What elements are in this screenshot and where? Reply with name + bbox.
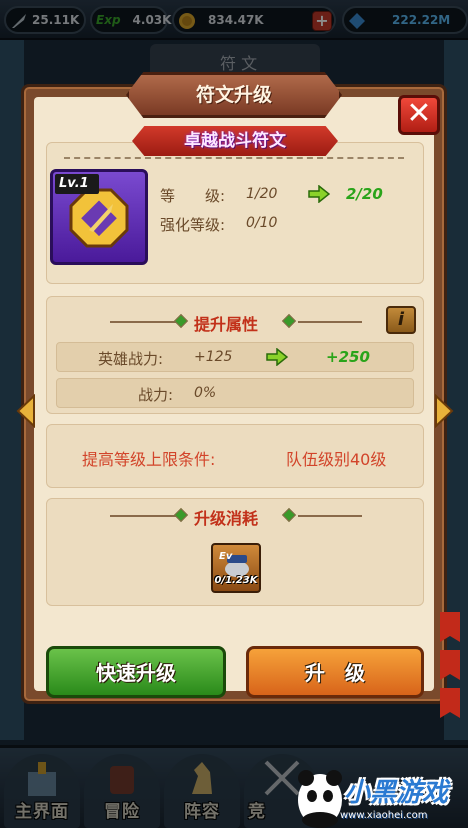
cost-section-title: 升级消耗 — [194, 509, 259, 528]
watermark-url: www.xiaohei.com — [340, 810, 428, 821]
ornament-line-left — [110, 515, 180, 517]
dialog-title: 符文升级 — [195, 84, 272, 106]
rune-name: 卓越战斗符文 — [184, 131, 286, 151]
power-row — [56, 378, 414, 408]
enhance-label: 强化等级: — [160, 216, 226, 234]
ornament-line-left — [110, 321, 180, 323]
next-arrow-icon[interactable] — [434, 394, 456, 428]
watermark-brand: 小黑游戏 — [344, 778, 449, 808]
ornament-line-right — [298, 515, 362, 517]
arrow-right-icon — [308, 185, 330, 203]
cost-value: 0/1.23K — [214, 575, 258, 586]
condition-label: 提高等级上限条件: — [82, 450, 216, 469]
level-next: 2/20 — [346, 185, 383, 203]
previous-arrow-icon[interactable] — [14, 394, 36, 428]
upgrade-label: 升 级 — [305, 661, 365, 685]
dashed-divider — [64, 157, 404, 159]
hero-power-current: +125 — [194, 349, 233, 365]
attribute-section-title: 提升属性 — [194, 315, 259, 334]
upgrade-button[interactable]: 升 级 — [246, 646, 424, 698]
info-button[interactable]: i — [386, 306, 416, 334]
info-icon: i — [397, 309, 405, 330]
hero-power-label: 英雄战力: — [98, 350, 164, 368]
ornament-line-right — [298, 321, 362, 323]
enhance-value: 0/10 — [246, 215, 278, 231]
arrow-right-icon — [266, 348, 288, 366]
exp-potion-badge: Ev — [219, 551, 233, 562]
condition-value: 队伍级别40级 — [286, 450, 387, 469]
close-icon: ✕ — [406, 96, 432, 131]
level-label: 等 级: — [160, 187, 226, 205]
close-button[interactable]: ✕ — [398, 95, 440, 135]
rune-sword-icon — [69, 188, 129, 248]
quick-upgrade-label: 快速升级 — [96, 661, 176, 685]
rune-level-badge: Lv.1 — [55, 174, 99, 194]
side-flags-icon — [440, 612, 460, 718]
power-label: 战力: — [138, 386, 174, 404]
quick-upgrade-button[interactable]: 快速升级 — [46, 646, 226, 698]
hero-power-next: +250 — [326, 348, 370, 366]
power-value: 0% — [194, 385, 217, 401]
level-current: 1/20 — [246, 186, 278, 202]
